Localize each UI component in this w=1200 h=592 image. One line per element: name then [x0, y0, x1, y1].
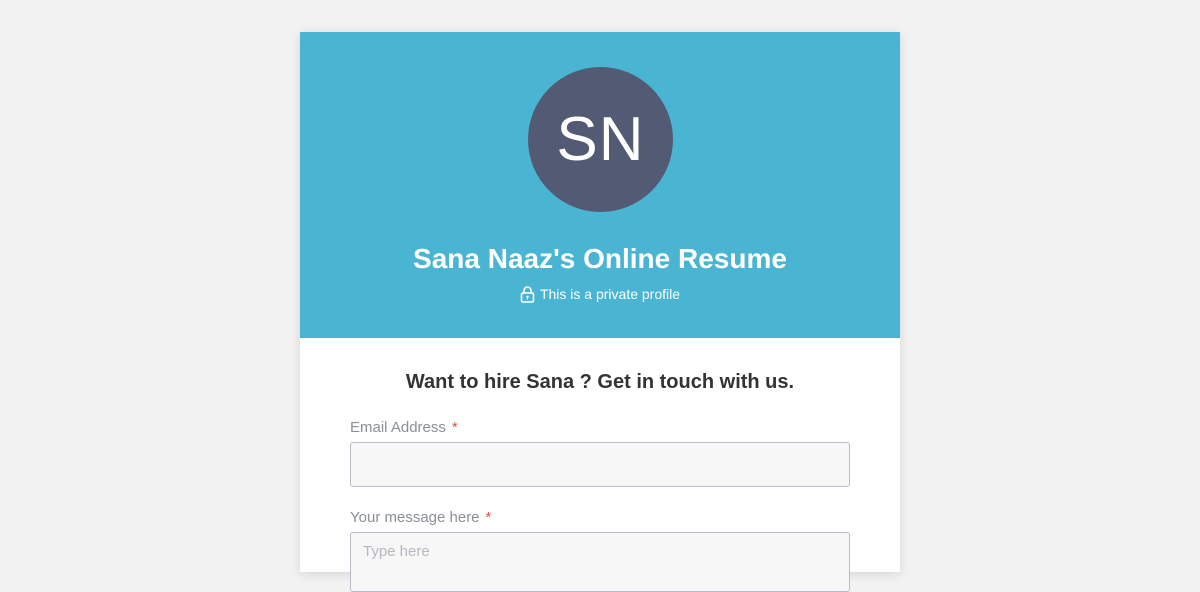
resume-card: SN Sana Naaz's Online Resume This is a p…: [300, 32, 900, 592]
privacy-note: This is a private profile: [300, 284, 900, 304]
lock-icon: [520, 285, 535, 303]
avatar: SN: [528, 67, 673, 212]
message-field[interactable]: [350, 532, 850, 592]
message-label: Your message here *: [350, 508, 850, 528]
email-label: Email Address *: [350, 418, 850, 438]
email-label-text: Email Address: [350, 419, 446, 436]
contact-form: Want to hire Sana ? Get in touch with us…: [300, 338, 900, 592]
privacy-text: This is a private profile: [539, 286, 681, 302]
required-marker: *: [451, 419, 458, 436]
page-title: Sana Naaz's Online Resume: [413, 243, 787, 274]
required-marker: *: [485, 509, 492, 526]
email-field[interactable]: [350, 442, 850, 487]
profile-header: SN Sana Naaz's Online Resume This is a p…: [300, 32, 900, 338]
contact-heading: Want to hire Sana ? Get in touch with us…: [405, 371, 795, 393]
message-label-text: Your message here: [350, 509, 480, 526]
